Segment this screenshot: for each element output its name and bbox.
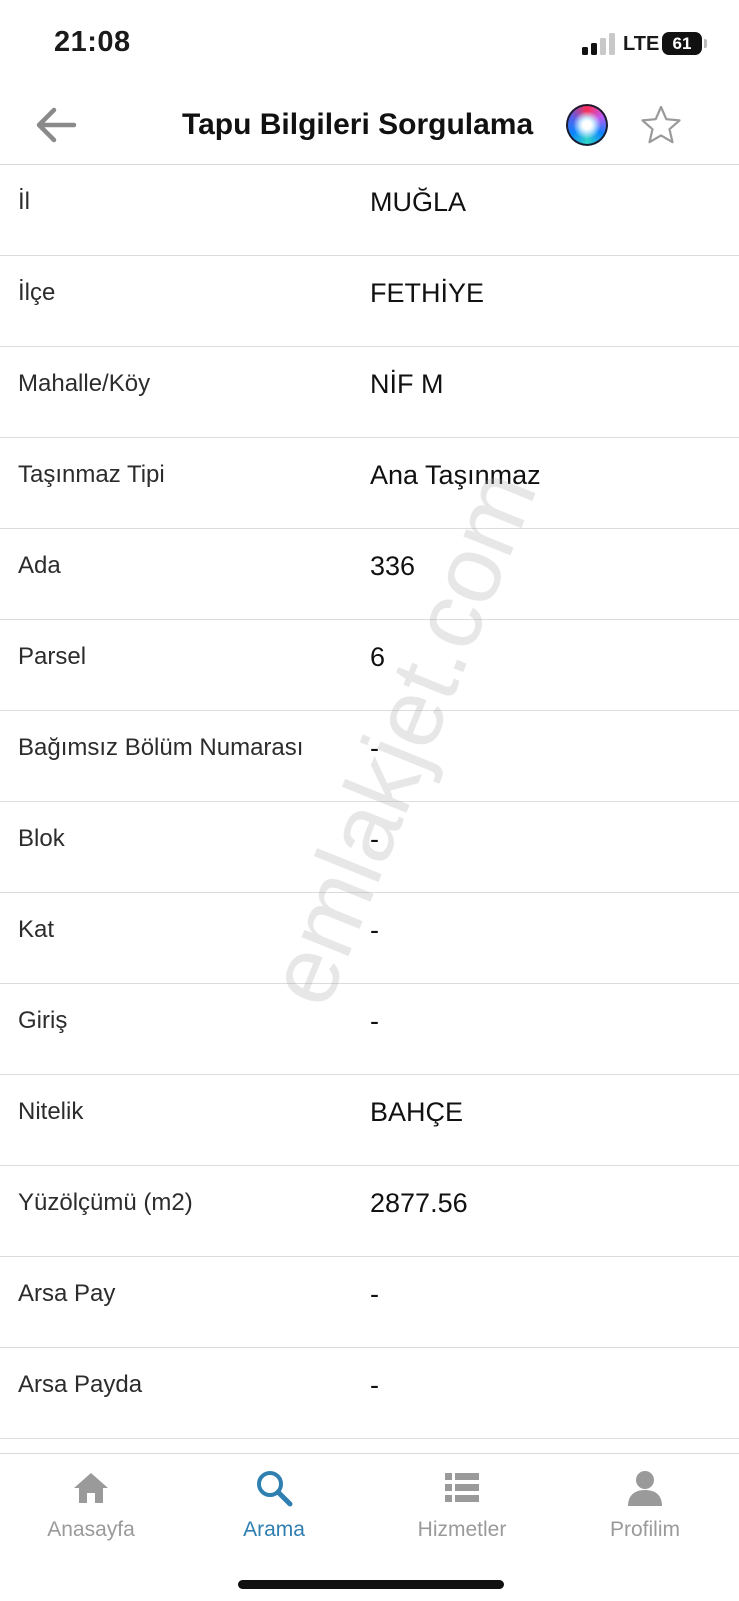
info-row: Ada 336	[0, 529, 739, 620]
row-label: Bağımsız Bölüm Numarası	[18, 734, 304, 761]
row-label: Mahalle/Köy	[18, 370, 151, 397]
row-label: Ada	[18, 552, 61, 579]
info-row: Kat -	[0, 893, 739, 984]
person-icon	[628, 1471, 662, 1506]
row-value: BAHÇE	[370, 1097, 464, 1127]
tab-hizmetler[interactable]: Hizmetler	[387, 1468, 537, 1563]
info-row: İlçe FETHİYE	[0, 256, 739, 347]
info-row: Taşınmaz Tipi Ana Taşınmaz	[0, 438, 739, 529]
property-info-list: İl MUĞLA İlçe FETHİYE Mahalle/Köy NİF M Taşınm…	[0, 165, 739, 1439]
home-icon	[74, 1473, 108, 1503]
info-row: Giriş -	[0, 984, 739, 1075]
row-label: Arsa Pay	[18, 1280, 116, 1307]
row-label: Parsel	[18, 643, 87, 670]
battery-icon: 61	[662, 32, 702, 55]
star-icon	[641, 105, 681, 144]
tab-label: Anasayfa	[47, 1518, 135, 1541]
tab-profilim[interactable]: Profilim	[570, 1468, 720, 1563]
back-arrow-icon	[36, 107, 77, 143]
row-value: 336	[370, 551, 416, 581]
info-row: Blok -	[0, 802, 739, 893]
home-indicator	[238, 1580, 504, 1589]
tab-label: Arama	[243, 1518, 305, 1541]
back-button[interactable]	[30, 102, 84, 148]
row-value: Ana Taşınmaz	[370, 460, 541, 490]
row-value: NİF M	[370, 369, 444, 399]
row-value: 2877.56	[370, 1188, 468, 1218]
row-value: FETHİYE	[370, 278, 485, 308]
status-bar: 21:08 LTE 61	[0, 0, 739, 88]
info-row: Mahalle/Köy NİF M	[0, 347, 739, 438]
siri-icon[interactable]	[566, 104, 608, 146]
tab-arama[interactable]: Arama	[199, 1468, 349, 1563]
row-value: -	[370, 1370, 379, 1400]
list-icon	[445, 1473, 479, 1502]
tab-label: Profilim	[609, 1518, 680, 1541]
info-row: Arsa Payda -	[0, 1348, 739, 1439]
row-label: Kat	[18, 916, 55, 943]
page-title: Tapu Bilgileri Sorgulama	[182, 108, 534, 141]
info-row: Yüzölçümü (m2) 2877.56	[0, 1166, 739, 1257]
network-type: LTE	[623, 33, 660, 55]
row-value: MUĞLA	[370, 187, 467, 217]
row-label: Nitelik	[18, 1098, 84, 1125]
tab-label: Hizmetler	[417, 1518, 507, 1541]
battery-level: 61	[672, 34, 692, 53]
favorite-button[interactable]	[640, 104, 682, 146]
info-row: Parsel 6	[0, 620, 739, 711]
cellular-signal-icon	[582, 33, 616, 55]
row-value: 6	[370, 642, 386, 672]
row-value: -	[370, 733, 379, 763]
row-label: İlçe	[18, 279, 56, 306]
info-row: Nitelik BAHÇE	[0, 1075, 739, 1166]
row-label: Taşınmaz Tipi	[18, 461, 165, 488]
row-value: -	[370, 1006, 379, 1036]
row-label: Yüzölçümü (m2)	[18, 1189, 193, 1216]
row-value: -	[370, 824, 379, 854]
status-time: 21:08	[54, 26, 131, 58]
row-label: Arsa Payda	[18, 1371, 143, 1398]
tab-anasayfa[interactable]: Anasayfa	[16, 1468, 166, 1563]
tab-bar: Anasayfa Arama Hizmetler Profilim	[0, 1453, 739, 1601]
info-row: İl MUĞLA	[0, 165, 739, 256]
info-row: Bağımsız Bölüm Numarası -	[0, 711, 739, 802]
info-row: Arsa Pay -	[0, 1257, 739, 1348]
search-icon	[257, 1471, 293, 1507]
row-label: İl	[18, 188, 30, 215]
row-value: -	[370, 915, 379, 945]
navigation-bar: Tapu Bilgileri Sorgulama	[0, 88, 739, 165]
row-value: -	[370, 1279, 379, 1309]
row-label: Giriş	[18, 1007, 68, 1034]
row-label: Blok	[18, 825, 65, 852]
battery-tip	[704, 39, 707, 48]
